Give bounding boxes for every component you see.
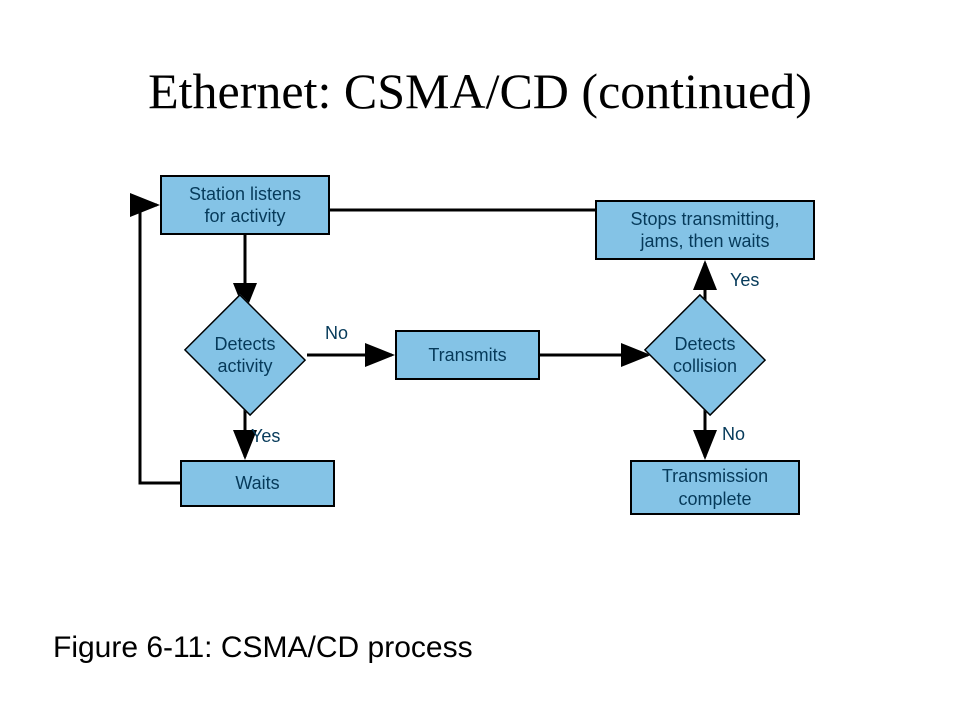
node-label: Detects collision [673,333,737,378]
node-station-listens: Station listens for activity [160,175,330,235]
edge-label-no: No [722,424,745,445]
figure-caption: Figure 6-11: CSMA/CD process [53,631,473,665]
edge-label-yes: Yes [730,270,759,291]
node-label: Transmits [428,344,506,367]
edge-label-yes: Yes [251,426,280,447]
flowchart-diagram: Station listens for activity Stops trans… [100,170,880,570]
node-transmits: Transmits [395,330,540,380]
node-label: Transmission complete [662,465,768,510]
page-title: Ethernet: CSMA/CD (continued) [0,62,960,120]
node-transmission-complete: Transmission complete [630,460,800,515]
node-waits: Waits [180,460,335,507]
node-label: Stops transmitting, jams, then waits [630,208,779,253]
edge-label-no: No [325,323,348,344]
node-detects-activity: Detects activity [180,300,310,410]
node-label: Detects activity [214,333,275,378]
node-stops-transmitting: Stops transmitting, jams, then waits [595,200,815,260]
node-detects-collision: Detects collision [640,300,770,410]
node-label: Station listens for activity [189,183,301,228]
node-label: Waits [235,472,279,495]
